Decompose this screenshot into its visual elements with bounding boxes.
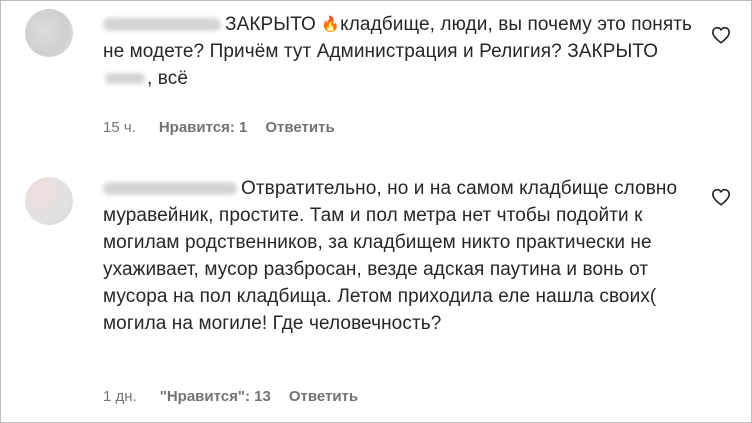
username-redacted[interactable]	[103, 182, 237, 196]
comment-text-part: ЗАКРЫТО	[225, 14, 316, 35]
username-redacted[interactable]	[103, 18, 221, 32]
redacted-word	[105, 73, 145, 85]
likes-count[interactable]: "Нравится": 13	[160, 388, 271, 405]
comment-time[interactable]: 15 ч.	[103, 119, 136, 136]
avatar[interactable]	[25, 177, 73, 225]
comment-text: ЗАКРЫТО 🔥кладбище, люди, вы почему это п…	[103, 11, 693, 92]
comments-panel: ЗАКРЫТО 🔥кладбище, люди, вы почему это п…	[0, 0, 752, 423]
heart-outline-icon	[711, 26, 730, 44]
avatar[interactable]	[25, 9, 73, 57]
fire-emoji: 🔥	[321, 16, 341, 33]
likes-count[interactable]: Нравится: 1	[159, 119, 248, 136]
comment-time[interactable]: 1 дн.	[103, 388, 137, 405]
reply-button[interactable]: Ответить	[265, 119, 334, 136]
comment-text: Отвратительно, но и на самом кладбище сл…	[103, 175, 693, 337]
reply-button[interactable]: Ответить	[289, 388, 358, 405]
comment-text-part: Отвратительно, но и на самом кладбище сл…	[103, 178, 678, 334]
comment-text-part: , всё	[147, 68, 189, 89]
like-button[interactable]	[711, 188, 731, 206]
like-button[interactable]	[711, 26, 731, 44]
heart-outline-icon	[711, 188, 730, 206]
comment-meta: 15 ч. Нравится: 1 Ответить	[103, 119, 335, 136]
comment-meta: 1 дн. "Нравится": 13 Ответить	[103, 388, 358, 405]
